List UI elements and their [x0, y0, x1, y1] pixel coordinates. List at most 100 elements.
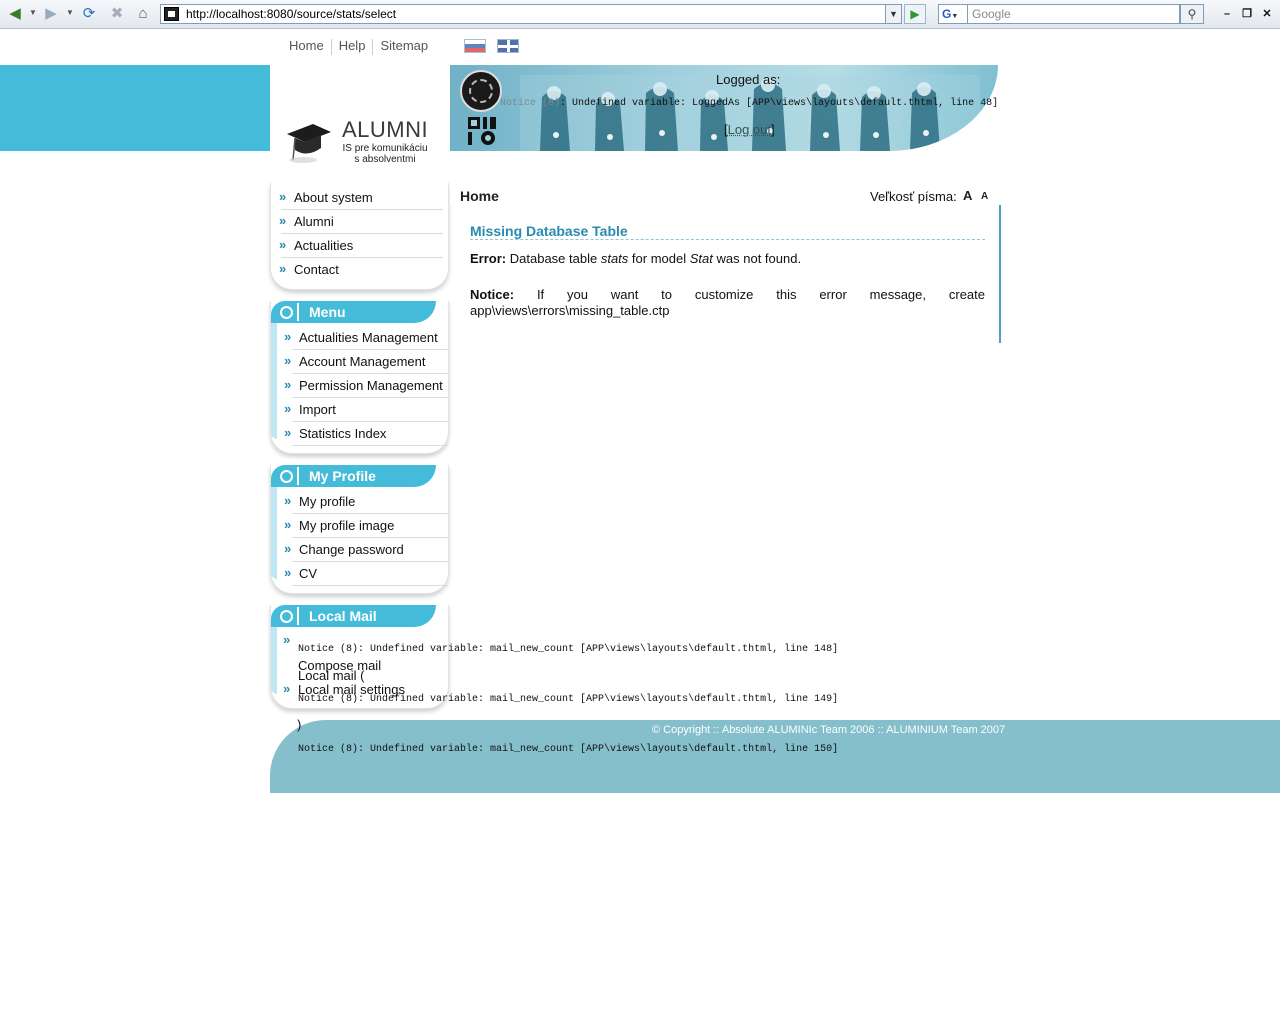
error-table-name: stats	[600, 251, 629, 266]
copyright-text: © Copyright :: Absolute ALUMINIc Team 20…	[652, 724, 1006, 736]
address-text: http://localhost:8080/source/stats/selec…	[186, 7, 397, 21]
circle-icon	[280, 306, 293, 319]
heading-divider	[470, 239, 985, 240]
chevron-right-icon: »	[283, 632, 291, 647]
notice-body: : Undefined variable: LoggedAs [APP\view…	[560, 98, 999, 109]
profile-box-header: My Profile	[271, 465, 436, 487]
site-favicon-icon	[164, 7, 179, 21]
back-dropdown-icon[interactable]: ▼	[29, 8, 37, 17]
box-rail	[271, 323, 277, 439]
notice-label: Notice:	[470, 287, 515, 302]
go-button[interactable]: ▶	[904, 4, 926, 24]
circle-icon	[280, 610, 293, 623]
chevron-right-icon: »	[284, 565, 292, 580]
php-notice-mail-150: Notice (8): Undefined variable: mail_new…	[298, 744, 839, 755]
circle-icon	[280, 470, 293, 483]
logged-as-label: Logged as:	[716, 72, 781, 87]
profile-item-change-password[interactable]: » Change password	[284, 539, 448, 562]
local-mail-box-title: Local Mail	[309, 608, 377, 624]
local-mail-close-paren: )	[297, 717, 302, 732]
menu-box-title: Menu	[309, 304, 346, 320]
chevron-right-icon: »	[279, 189, 287, 204]
close-icon[interactable]: ✕	[1258, 6, 1276, 22]
profile-box: My Profile » My profile » My profile image…	[270, 465, 449, 594]
menu-box: Menu » Actualities Management » Account Ma…	[270, 301, 449, 454]
profile-item-profile-image[interactable]: » My profile image	[284, 515, 448, 538]
graduation-cap-icon	[287, 124, 331, 163]
sidebar-item-about[interactable]: » About system	[279, 187, 443, 210]
error-text: was not found.	[716, 251, 802, 266]
logo-title: ALUMNI	[342, 117, 429, 142]
nav-sitemap-link[interactable]: Sitemap	[373, 38, 435, 53]
search-icon[interactable]: ⚲	[1180, 4, 1204, 24]
bracket-close: ]	[771, 122, 775, 137]
box-rail	[271, 487, 277, 579]
menu-item-account-management[interactable]: » Account Management	[284, 351, 448, 374]
address-bar[interactable]: http://localhost:8080/source/stats/selec…	[160, 4, 902, 24]
chevron-right-icon: »	[279, 213, 287, 228]
box-rail	[271, 627, 277, 694]
forward-dropdown-icon[interactable]: ▼	[66, 8, 74, 17]
main-links-box: » About system » Alumni » Actualities » Cont…	[270, 183, 449, 290]
chevron-right-icon: »	[284, 541, 292, 556]
menu-item-statistics-index[interactable]: » Statistics Index	[284, 423, 448, 446]
logo-subtitle: IS pre komunikáciu s absolventmi	[336, 143, 434, 165]
search-input[interactable]: Google	[967, 4, 1180, 24]
minimize-icon[interactable]: –	[1218, 6, 1236, 22]
error-label: Error:	[470, 251, 507, 266]
chevron-right-icon: »	[284, 493, 292, 508]
sidebar-item-alumni[interactable]: » Alumni	[279, 211, 443, 234]
chevron-right-icon: »	[284, 425, 292, 440]
stop-icon[interactable]: ✖	[108, 5, 126, 23]
forward-icon[interactable]: ▶	[42, 5, 60, 23]
php-notice-loggedas: Notice (8): Undefined variable: LoggedAs…	[500, 98, 998, 109]
menu-item-actualities-management[interactable]: » Actualities Management	[284, 327, 448, 350]
profile-box-title: My Profile	[309, 468, 376, 484]
font-increase-button[interactable]: A	[963, 188, 972, 203]
error-text: Database table	[509, 251, 598, 266]
top-navigation: Home Help Sitemap	[282, 38, 435, 55]
logo-subtitle-line: IS pre komunikáciu	[342, 143, 428, 154]
faculty-logo-icon	[468, 117, 496, 145]
back-icon[interactable]: ◀	[6, 5, 24, 23]
nav-home-link[interactable]: Home	[282, 38, 331, 53]
sidebar-item-contact[interactable]: » Contact	[279, 259, 443, 281]
slovak-flag-icon[interactable]	[464, 39, 486, 53]
php-notice-mail-148: Notice (8): Undefined variable: mail_new…	[298, 644, 839, 655]
chevron-right-icon: »	[279, 261, 287, 276]
header-band	[0, 65, 270, 151]
chevron-right-icon: »	[279, 237, 287, 252]
restore-icon[interactable]: ❐	[1238, 6, 1256, 22]
chevron-right-icon: »	[284, 401, 292, 416]
logo-subtitle-line: s absolventmi	[354, 154, 416, 165]
profile-item-cv[interactable]: » CV	[284, 563, 448, 586]
home-icon[interactable]: ⌂	[134, 5, 152, 23]
error-heading: Missing Database Table	[470, 223, 628, 239]
font-size-label: Veľkosť písma:	[870, 189, 957, 204]
local-mail-link[interactable]: Local mail (	[298, 668, 364, 683]
profile-item-my-profile[interactable]: » My profile	[284, 491, 448, 514]
sidebar-item-actualities[interactable]: » Actualities	[279, 235, 443, 258]
search-engine-selector[interactable]: G▼	[938, 4, 968, 24]
font-decrease-button[interactable]: A	[981, 191, 988, 202]
notice-text: If you want to customize this error mess…	[470, 287, 985, 318]
menu-box-header: Menu	[271, 301, 436, 323]
reload-icon[interactable]: ⟳	[80, 5, 98, 23]
chevron-right-icon: »	[284, 329, 292, 344]
chevron-right-icon: »	[283, 681, 291, 696]
notice-message: Notice: If you want to customize this er…	[470, 287, 985, 319]
menu-item-import[interactable]: » Import	[284, 399, 448, 422]
search-placeholder: Google	[972, 7, 1011, 21]
menu-item-permission-management[interactable]: » Permission Management	[284, 375, 448, 398]
content-right-rule	[999, 205, 1001, 343]
error-model-name: Stat	[689, 251, 713, 266]
logout-link[interactable]: Log out	[728, 122, 771, 137]
address-dropdown-icon[interactable]: ▼	[885, 4, 902, 24]
page-title: Home	[460, 188, 499, 204]
php-notice-mail-149: Notice (8): Undefined variable: mail_new…	[298, 694, 839, 705]
english-flag-icon[interactable]	[497, 39, 519, 53]
nav-help-link[interactable]: Help	[332, 38, 373, 53]
error-message: Error: Database table stats for model St…	[470, 251, 801, 266]
error-text: for model	[631, 251, 687, 266]
chevron-right-icon: »	[284, 353, 292, 368]
